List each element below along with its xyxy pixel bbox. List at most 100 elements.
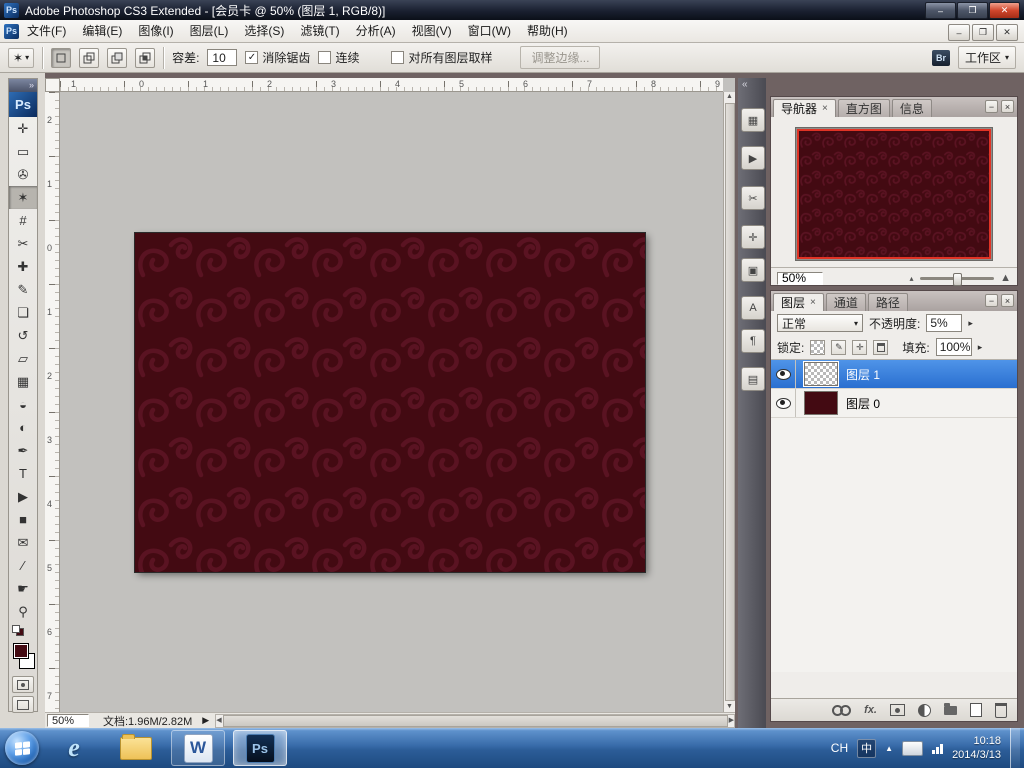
delete-layer-icon[interactable]: [995, 703, 1007, 718]
quick-mask-button[interactable]: [12, 676, 34, 693]
panel-close-icon[interactable]: ×: [1001, 294, 1014, 307]
taskbar-explorer-button[interactable]: [109, 730, 163, 766]
ime-icon[interactable]: 中: [857, 739, 876, 758]
layer-style-icon[interactable]: fx.: [864, 704, 877, 716]
hand-tool[interactable]: ☛: [9, 577, 37, 600]
anti-alias-option[interactable]: ✓ 消除锯齿: [245, 49, 310, 66]
scrollbar-thumb[interactable]: [725, 103, 735, 701]
taskbar-photoshop-button[interactable]: Ps: [233, 730, 287, 766]
zoom-field[interactable]: 50%: [47, 714, 89, 727]
menu-image[interactable]: 图像(I): [130, 20, 181, 42]
layer-name[interactable]: 图层 1: [846, 366, 880, 383]
scrollbar-thumb[interactable]: [223, 715, 728, 727]
navigator-proxy-view[interactable]: [797, 129, 991, 259]
clock[interactable]: 10:18 2014/3/13: [952, 734, 1001, 762]
add-layer-mask-icon[interactable]: [890, 704, 905, 716]
scroll-down-icon[interactable]: ▼: [726, 702, 733, 712]
toolbar-collapse-button[interactable]: »: [9, 79, 37, 92]
minimize-button[interactable]: –: [925, 2, 956, 19]
workspace-button[interactable]: 工作区 ▾: [958, 46, 1016, 69]
link-layers-icon[interactable]: [832, 705, 851, 716]
tab-layers[interactable]: 图层 ×: [773, 293, 824, 311]
layer-row-layer1[interactable]: 图层 1: [771, 360, 1017, 389]
menu-view[interactable]: 视图(V): [404, 20, 460, 42]
tab-navigator[interactable]: 导航器 ×: [773, 99, 836, 117]
vertical-scrollbar[interactable]: ▲ ▼: [723, 92, 735, 712]
anti-alias-checkbox[interactable]: ✓: [245, 51, 258, 64]
sample-all-layers-option[interactable]: 对所有图层取样: [391, 49, 492, 66]
pen-tool[interactable]: ✒: [9, 439, 37, 462]
move-tool[interactable]: ✛: [9, 117, 37, 140]
lock-position-icon[interactable]: ✛: [852, 340, 867, 355]
gradient-tool[interactable]: ▦: [9, 370, 37, 393]
zoom-in-icon[interactable]: ▲: [1000, 272, 1011, 284]
type-tool[interactable]: T: [9, 462, 37, 485]
refine-edge-button[interactable]: 调整边缘...: [520, 46, 600, 69]
menu-filter[interactable]: 滤镜(T): [292, 20, 347, 42]
fill-slider-icon[interactable]: ▸: [978, 342, 983, 353]
navigator-zoom-slider[interactable]: [920, 277, 995, 280]
keyboard-icon[interactable]: [902, 741, 923, 756]
dodge-tool[interactable]: ◐: [9, 416, 37, 439]
visibility-toggle[interactable]: [771, 389, 796, 417]
menu-file[interactable]: 文件(F): [19, 20, 74, 42]
magic-wand-tool[interactable]: ✶: [9, 186, 37, 209]
network-icon[interactable]: [932, 742, 943, 754]
slider-thumb[interactable]: [953, 273, 962, 286]
styles-panel-icon[interactable]: ✂: [741, 186, 765, 210]
layer-thumbnail[interactable]: [804, 362, 838, 386]
new-layer-icon[interactable]: [970, 703, 982, 717]
contiguous-checkbox[interactable]: [318, 51, 331, 64]
adjustment-layer-icon[interactable]: [918, 704, 931, 717]
doc-close-button[interactable]: ✕: [996, 24, 1018, 41]
menu-layer[interactable]: 图层(L): [182, 20, 237, 42]
history-brush-tool[interactable]: ↺: [9, 324, 37, 347]
crop-tool[interactable]: #: [9, 209, 37, 232]
actions-panel-icon[interactable]: ▶: [741, 146, 765, 170]
document-image[interactable]: [135, 233, 645, 572]
panel-close-icon[interactable]: ×: [1001, 100, 1014, 113]
menu-select[interactable]: 选择(S): [236, 20, 292, 42]
menu-help[interactable]: 帮助(H): [519, 20, 576, 42]
lock-transparency-icon[interactable]: [810, 340, 825, 355]
character-panel-icon[interactable]: A: [741, 296, 765, 320]
doc-minimize-button[interactable]: –: [948, 24, 970, 41]
layer-thumbnail[interactable]: [804, 391, 838, 415]
intersect-selection-button[interactable]: [135, 48, 155, 68]
new-selection-button[interactable]: [51, 48, 71, 68]
lock-all-icon[interactable]: [873, 340, 888, 355]
dock-expand-button[interactable]: «: [738, 78, 766, 92]
taskbar-ie-button[interactable]: e: [47, 730, 101, 766]
tab-paths[interactable]: 路径: [868, 293, 908, 311]
paragraph-panel-icon[interactable]: ¶: [741, 329, 765, 353]
slice-tool[interactable]: ✂: [9, 232, 37, 255]
scroll-up-icon[interactable]: ▲: [726, 92, 733, 102]
close-icon[interactable]: ×: [822, 103, 828, 114]
navigator-preview[interactable]: [795, 127, 993, 261]
menu-analysis[interactable]: 分析(A): [348, 20, 404, 42]
opacity-slider-icon[interactable]: ▸: [968, 318, 973, 329]
scroll-right-icon[interactable]: ▶: [729, 716, 734, 726]
eyedropper-tool[interactable]: ∕: [9, 554, 37, 577]
panel-minimize-icon[interactable]: −: [985, 100, 998, 113]
doc-restore-button[interactable]: ❐: [972, 24, 994, 41]
clone-source-panel-icon[interactable]: ▣: [741, 258, 765, 282]
opacity-field[interactable]: 5%: [926, 314, 962, 332]
blur-tool[interactable]: ◒: [9, 393, 37, 416]
tolerance-input[interactable]: 10: [207, 49, 237, 66]
hidden-icons-arrow[interactable]: ▲: [885, 744, 893, 753]
menu-edit[interactable]: 编辑(E): [74, 20, 130, 42]
fill-field[interactable]: 100%: [936, 338, 972, 356]
menu-window[interactable]: 窗口(W): [460, 20, 519, 42]
blend-mode-select[interactable]: 正常 ▾: [777, 314, 863, 332]
eraser-tool[interactable]: ▱: [9, 347, 37, 370]
rectangular-marquee-tool[interactable]: ▭: [9, 140, 37, 163]
bridge-icon[interactable]: Br: [932, 50, 950, 66]
default-colors-icon[interactable]: [12, 625, 37, 635]
healing-brush-tool[interactable]: ✚: [9, 255, 37, 278]
lasso-tool[interactable]: ✇: [9, 163, 37, 186]
taskbar-word-button[interactable]: W: [171, 730, 225, 766]
path-selection-tool[interactable]: ▶: [9, 485, 37, 508]
lock-pixels-icon[interactable]: ✎: [831, 340, 846, 355]
tab-info[interactable]: 信息: [892, 99, 932, 117]
